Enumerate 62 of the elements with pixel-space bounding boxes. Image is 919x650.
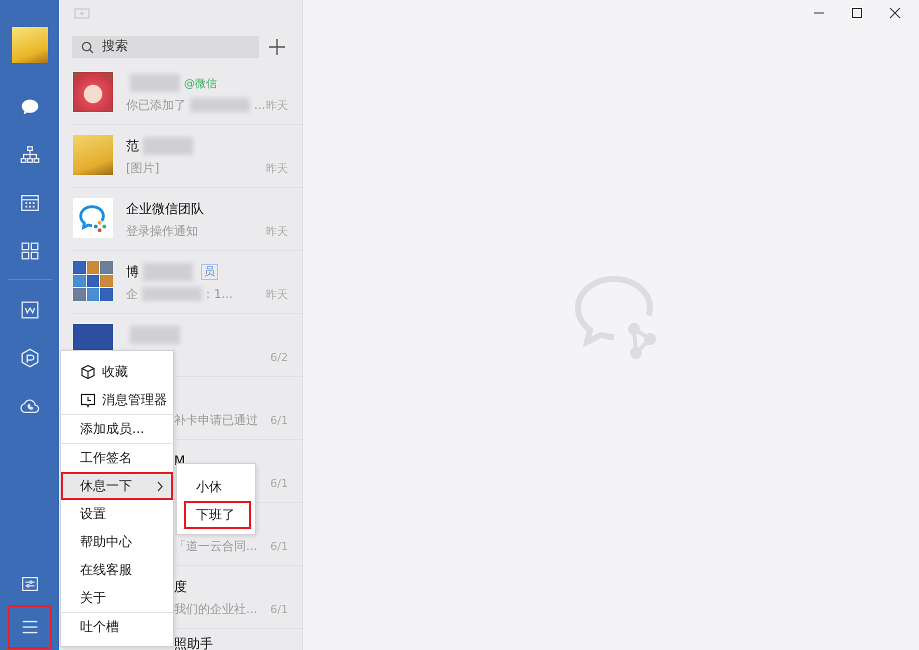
menu-item[interactable]: 休息一下 (61, 472, 173, 500)
contact-name: 范 (126, 138, 139, 155)
search-field[interactable]: 搜索 (72, 36, 259, 58)
message-preview: 登录操作通知 (126, 222, 198, 240)
screen-icon (74, 8, 90, 19)
message-preview: 补卡申请已通过 (174, 412, 258, 428)
message-preview: 企 (126, 286, 138, 302)
message-preview: 你已添加了 (126, 96, 186, 114)
message-time: 昨天 (266, 98, 288, 112)
menu-item[interactable]: 帮助中心 (61, 528, 173, 556)
menu-item[interactable]: 添加成员... (61, 415, 173, 443)
message-preview: 我们的企业社... (174, 600, 258, 618)
app-grid-icon (18, 240, 40, 262)
message-time: 6/1 (270, 414, 288, 426)
message-time: 昨天 (266, 224, 288, 238)
role-tag: 员 (201, 264, 218, 280)
menu-item[interactable]: 下班了 (184, 501, 251, 529)
message-preview: [图片] (126, 160, 160, 176)
contact-source-label: @微信 (184, 76, 217, 90)
hexagon-icon (18, 347, 40, 369)
message-time: 6/1 (270, 602, 288, 616)
org-chart-icon (18, 144, 40, 166)
blurred-text (142, 287, 202, 301)
message-time: 昨天 (266, 286, 288, 302)
contact-name: 博 (126, 264, 139, 281)
contact-name: 度 (174, 579, 187, 596)
close-icon (889, 7, 901, 19)
chevron-right-icon (157, 481, 164, 492)
search-icon (81, 40, 94, 54)
menu-item[interactable]: 收藏 (61, 358, 173, 386)
user-avatar[interactable] (12, 27, 48, 63)
menu-item[interactable]: 工作签名 (61, 444, 173, 472)
message-preview: ... (254, 98, 266, 112)
cube-icon (80, 364, 96, 380)
contact-name: 企业微信团队 (126, 201, 204, 218)
menu-item[interactable]: 关于 (61, 584, 173, 612)
menu-item[interactable]: 在线客服 (61, 556, 173, 584)
message-time: 6/1 (270, 476, 288, 490)
blurred-text (190, 98, 250, 112)
plus-icon (268, 38, 286, 56)
message-time: 6/2 (270, 350, 288, 364)
message-time: 昨天 (266, 160, 288, 176)
menu-button[interactable] (8, 605, 52, 649)
message-box-icon (80, 392, 96, 408)
menu-item[interactable]: 消息管理器 (61, 386, 173, 414)
calendar-icon (18, 192, 40, 214)
message-time: 6/1 (270, 540, 288, 552)
contact-name: 照助手 (174, 636, 213, 650)
menu-item[interactable]: 设置 (61, 500, 173, 528)
blurred-text (143, 137, 193, 155)
avatar-photo (73, 72, 113, 112)
avatar-photo (73, 135, 113, 175)
group-avatar (73, 261, 113, 301)
document-icon (18, 299, 40, 321)
blurred-text (130, 74, 180, 92)
message-preview: : 1... (206, 287, 233, 301)
menu-item[interactable]: 吐个槽 (61, 613, 173, 641)
menu-item[interactable]: 小休 (184, 473, 251, 501)
message-preview: 「道一云合同... (174, 538, 258, 554)
maximize-icon (851, 7, 863, 19)
blurred-text (130, 326, 180, 344)
blurred-text (143, 263, 193, 281)
